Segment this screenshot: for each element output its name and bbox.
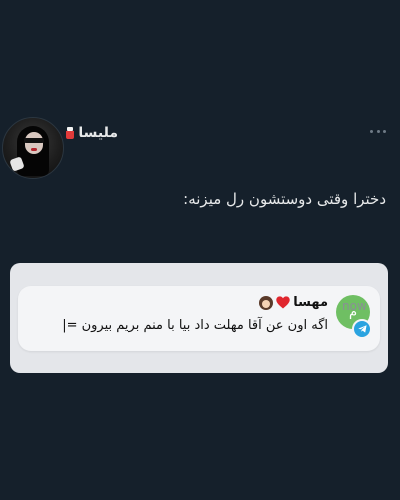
telegram-icon	[352, 319, 372, 339]
notification-message: اگه اون عن آقا مهلت داد بیا با منم بریم …	[62, 318, 328, 333]
avatar-sunglasses	[24, 138, 44, 143]
more-horizontal-icon[interactable]	[370, 130, 386, 134]
post-header: ملیسا	[0, 115, 400, 179]
notification-card: م مهسا now اگه اون عن آقا مهلت داد بیا ب…	[18, 286, 380, 351]
more-dot	[383, 130, 386, 133]
sender-name: مهسا	[293, 295, 328, 310]
more-dot	[376, 130, 380, 133]
notification-time: now	[342, 299, 367, 313]
avatar[interactable]	[2, 117, 64, 179]
avatar-lips	[31, 148, 37, 151]
embedded-screenshot[interactable]: م مهسا now اگه اون عن آقا مهلت داد بیا ب…	[10, 263, 388, 373]
girl-emoji-icon	[259, 295, 274, 310]
cup-icon	[66, 127, 75, 139]
heart-shape	[276, 296, 290, 309]
more-dot	[370, 130, 373, 133]
telegram-plane-glyph	[357, 325, 367, 333]
red-heart-icon	[276, 296, 290, 309]
user-name[interactable]: ملیسا	[78, 125, 118, 141]
sender-row: مهسا	[259, 295, 328, 310]
post-text: دخترا وقتی دوستشون رل میزنه:	[183, 190, 386, 208]
user-row[interactable]: ملیسا	[66, 125, 118, 141]
